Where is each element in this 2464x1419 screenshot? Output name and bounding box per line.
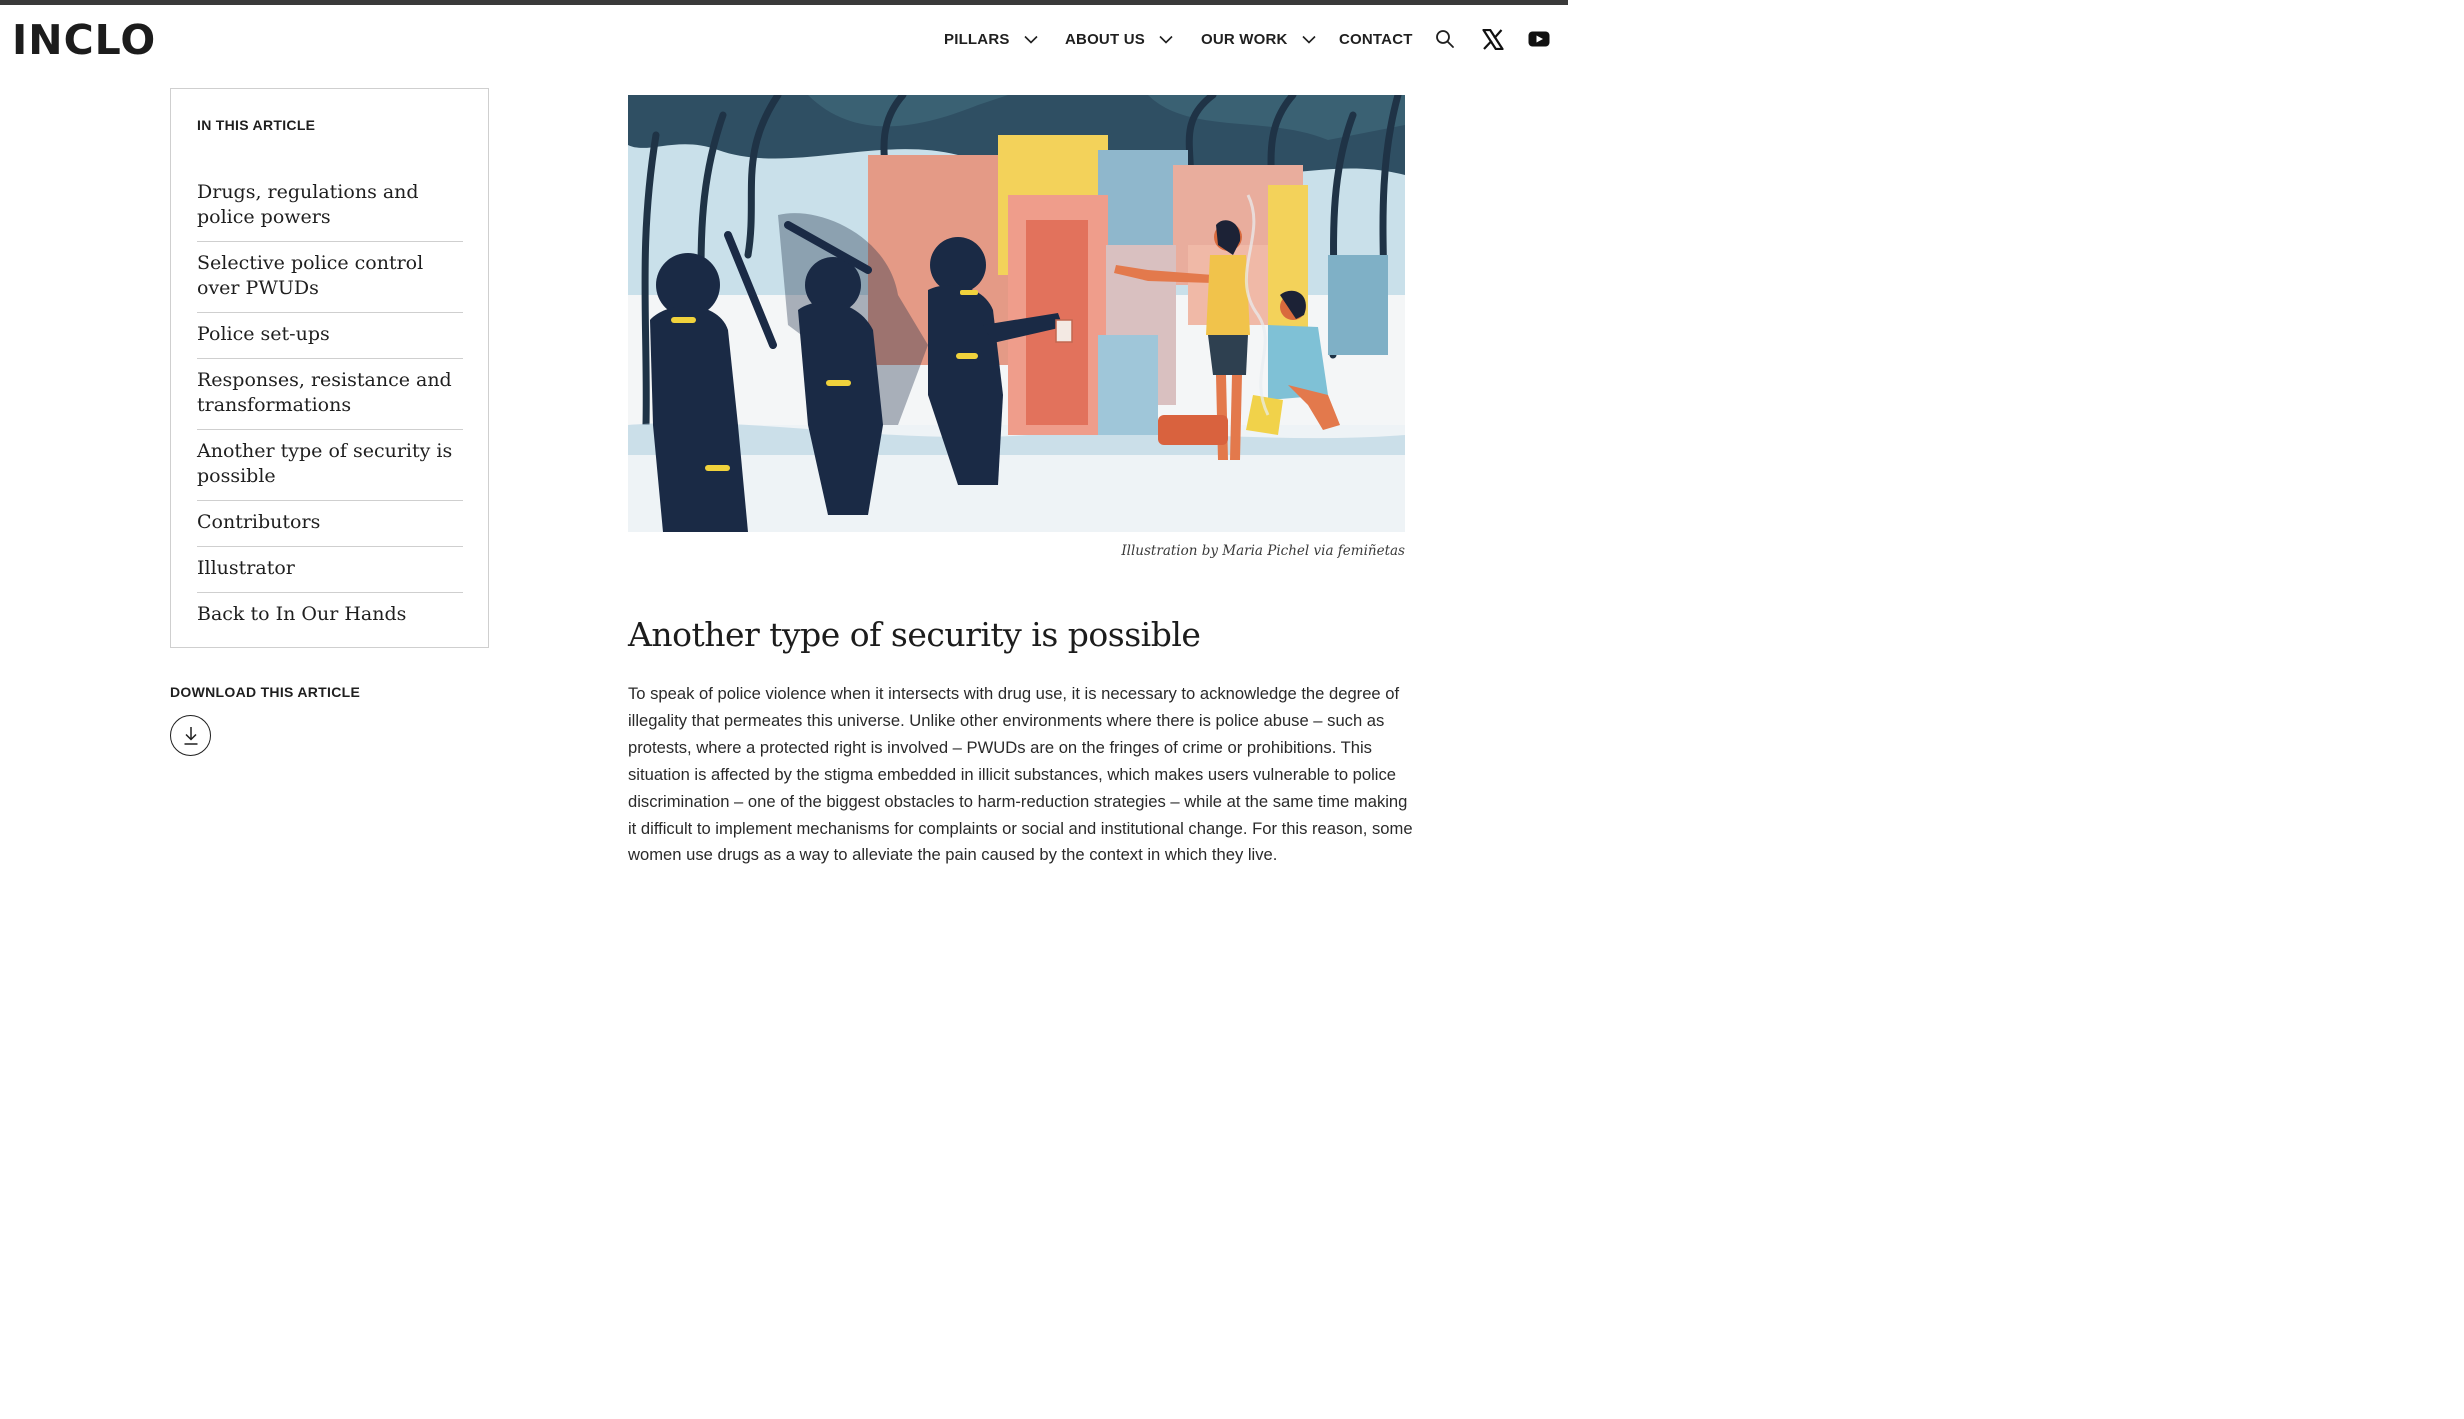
inclo-logo[interactable]: INCLO — [12, 16, 156, 64]
toc-item-back-to-in-our-hands[interactable]: Back to In Our Hands — [197, 593, 463, 638]
toc-heading: IN THIS ARTICLE — [197, 117, 316, 133]
chevron-down-icon — [1024, 35, 1038, 44]
top-accent-bar — [0, 0, 1568, 5]
x-twitter-icon[interactable] — [1481, 27, 1505, 51]
chevron-down-icon — [1159, 35, 1173, 44]
in-this-article-panel: IN THIS ARTICLE Drugs, regulations and p… — [170, 88, 489, 648]
nav-about-us-label: ABOUT US — [1065, 30, 1145, 48]
nav-pillars-label: PILLARS — [944, 30, 1010, 48]
youtube-icon[interactable] — [1527, 27, 1551, 51]
nav-our-work[interactable]: OUR WORK — [1201, 26, 1316, 52]
toc-item-selective-police-control[interactable]: Selective police control over PWUDs — [197, 242, 463, 313]
illustration-caption: Illustration by Maria Pichel via femiñet… — [1121, 543, 1405, 559]
download-button[interactable] — [170, 715, 211, 756]
toc-item-contributors[interactable]: Contributors — [197, 501, 463, 547]
search-icon[interactable] — [1433, 27, 1457, 51]
article-body-paragraph: To speak of police violence when it inte… — [628, 684, 1413, 865]
article-title: Another type of security is possible — [628, 615, 1201, 654]
toc-item-illustrator[interactable]: Illustrator — [197, 547, 463, 593]
toc-list: Drugs, regulations and police powers Sel… — [197, 177, 463, 638]
nav-pillars[interactable]: PILLARS — [944, 26, 1038, 52]
download-icon — [184, 726, 197, 745]
toc-item-police-set-ups[interactable]: Police set-ups — [197, 313, 463, 359]
nav-about-us[interactable]: ABOUT US — [1065, 26, 1173, 52]
toc-item-responses-resistance[interactable]: Responses, resistance and transformation… — [197, 359, 463, 430]
article-illustration — [628, 95, 1405, 532]
toc-item-another-type-of-security[interactable]: Another type of security is possible — [197, 430, 463, 501]
nav-contact-label: CONTACT — [1339, 30, 1413, 48]
chevron-down-icon — [1302, 35, 1316, 44]
download-heading: DOWNLOAD THIS ARTICLE — [170, 684, 361, 700]
nav-contact[interactable]: CONTACT — [1339, 26, 1413, 52]
toc-item-drugs-regulations[interactable]: Drugs, regulations and police powers — [197, 177, 463, 242]
nav-our-work-label: OUR WORK — [1201, 30, 1288, 48]
